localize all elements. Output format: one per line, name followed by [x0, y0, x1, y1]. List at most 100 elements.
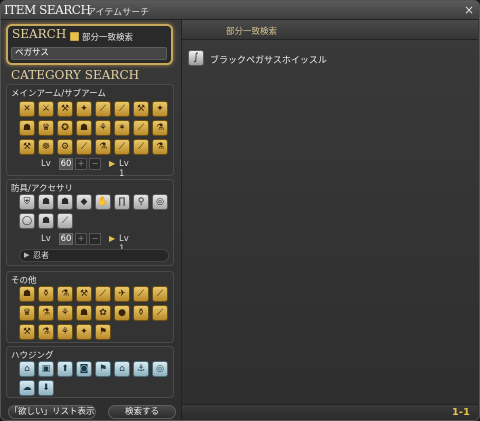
level-min-input[interactable]: 60: [59, 158, 73, 170]
category-icon[interactable]: ⚱: [38, 286, 54, 302]
category-icon[interactable]: ⚒: [19, 139, 35, 155]
results-header-label: 部分一致検索: [226, 27, 278, 37]
category-icon[interactable]: ⟋: [133, 120, 149, 136]
category-icon[interactable]: ⚑: [95, 361, 111, 377]
category-icon[interactable]: ⟋: [114, 139, 130, 155]
category-icon[interactable]: ⚓: [133, 361, 149, 377]
category-icon[interactable]: ⌂: [19, 361, 35, 377]
category-icon[interactable]: ⬆: [57, 361, 73, 377]
category-icon[interactable]: ⚲: [133, 194, 149, 210]
category-icon[interactable]: ✦: [76, 101, 92, 117]
category-icon[interactable]: ♛: [19, 305, 35, 321]
housing-icon-grid: ⌂ ▣ ⬆ ◙ ⚑ ⌂ ⚓ ◎ ☁ ⬇: [19, 361, 168, 396]
level-label: Lv: [41, 234, 51, 244]
play-arrow-icon: ▶: [109, 159, 116, 168]
category-icon[interactable]: ⚒: [57, 101, 73, 117]
level-plus-button[interactable]: +: [75, 233, 87, 245]
category-icon[interactable]: ●: [114, 305, 130, 321]
category-icon[interactable]: ▣: [38, 361, 54, 377]
play-arrow-icon: ▶: [109, 234, 116, 243]
category-icon[interactable]: ⚗: [95, 139, 111, 155]
category-icon[interactable]: ⚑: [95, 324, 111, 340]
category-panel-weapons: メインアーム/サブアーム ✕ ⚔ ⚒ ✦ ⟋ ⟋ ⚒ ✦ ☗ ♛ ✪ ☗ ⚘ ✶ ⟋ ⚗ ⚒ ☸ ⚙ ⟋ ⚗ ⟋ ⟋ ⚗ Lv…: [6, 84, 174, 179]
category-icon[interactable]: ⟋: [95, 286, 111, 302]
level-plus-button[interactable]: +: [75, 158, 87, 170]
results-footer: 1-1: [182, 404, 478, 420]
category-icon[interactable]: ☗: [38, 213, 54, 229]
category-icon[interactable]: ⚘: [57, 305, 73, 321]
level-min-input[interactable]: 60: [59, 233, 73, 245]
category-icon[interactable]: ✋: [95, 194, 111, 210]
category-icon[interactable]: ✪: [57, 120, 73, 136]
category-icon[interactable]: ⚘: [95, 120, 111, 136]
category-icon[interactable]: ◆: [76, 194, 92, 210]
category-icon[interactable]: ⟋: [133, 139, 149, 155]
category-icon[interactable]: ◯: [19, 213, 35, 229]
category-icon[interactable]: ⟋: [152, 286, 168, 302]
category-icon[interactable]: ⟋: [133, 286, 149, 302]
result-item[interactable]: ∫ ブラックペガサスホイッスル: [188, 50, 474, 66]
window-subtitle: アイテムサーチ: [87, 8, 150, 18]
category-icon[interactable]: ☗: [76, 120, 92, 136]
panel-label: その他: [11, 276, 37, 286]
category-icon[interactable]: ☸: [38, 139, 54, 155]
job-select-dropdown[interactable]: ▶ 忍者: [19, 249, 169, 262]
category-icon[interactable]: ⌂: [114, 361, 130, 377]
category-icon[interactable]: ⟋: [114, 101, 130, 117]
category-icon[interactable]: ⚗: [38, 305, 54, 321]
category-icon[interactable]: ◎: [152, 361, 168, 377]
partial-match-checkbox[interactable]: [70, 32, 79, 41]
category-icon[interactable]: ✕: [19, 101, 35, 117]
level-minus-button[interactable]: −: [89, 158, 101, 170]
category-icon[interactable]: ⟋: [57, 213, 73, 229]
category-icon[interactable]: ☗: [76, 305, 92, 321]
category-icon[interactable]: ✿: [95, 305, 111, 321]
category-icon[interactable]: ☗: [19, 286, 35, 302]
results-header: 部分一致検索: [182, 20, 478, 40]
page-count: 1-1: [451, 407, 470, 418]
category-icon[interactable]: ◙: [76, 361, 92, 377]
category-icon[interactable]: ✈: [114, 286, 130, 302]
category-icon[interactable]: ⚗: [57, 286, 73, 302]
category-icon[interactable]: ♛: [38, 120, 54, 136]
left-panel: SEARCH 部分一致検索 ペガサス CATEGORY SEARCH メインアー…: [4, 21, 176, 419]
category-panel-housing: ハウジング ⌂ ▣ ⬆ ◙ ⚑ ⌂ ⚓ ◎ ☁ ⬇: [6, 346, 174, 398]
title-bar[interactable]: ITEM SEARCH アイテムサーチ ×: [1, 1, 479, 20]
category-icon[interactable]: ⚙: [57, 139, 73, 155]
category-icon[interactable]: ⟋: [152, 305, 168, 321]
category-icon[interactable]: ✦: [152, 101, 168, 117]
level-label: Lv: [41, 159, 51, 169]
category-icon[interactable]: ⚒: [76, 286, 92, 302]
item-search-window: ITEM SEARCH アイテムサーチ × SEARCH 部分一致検索 ペガサス…: [0, 0, 480, 421]
category-icon[interactable]: ⚗: [152, 120, 168, 136]
armor-icon-grid: ⛨ ☗ ☗ ◆ ✋ ∏ ⚲ ◎ ◯ ☗ ⟋: [19, 194, 168, 229]
category-icon[interactable]: ⚒: [133, 101, 149, 117]
category-icon[interactable]: ⟋: [76, 139, 92, 155]
category-icon[interactable]: ☗: [19, 120, 35, 136]
category-icon[interactable]: ⚘: [57, 324, 73, 340]
category-icon[interactable]: ⚔: [38, 101, 54, 117]
category-icon[interactable]: ☗: [57, 194, 73, 210]
search-box: SEARCH 部分一致検索 ペガサス: [6, 24, 173, 65]
category-panel-armor: 防具/アクセサリ ⛨☗☗◆✋∏⚲◎◯☗⟋ Lv 60 + − ▶ Lv 1 ▶ …: [6, 179, 174, 266]
close-icon[interactable]: ×: [462, 3, 476, 17]
wishlist-button[interactable]: 「欲しい」リスト表示: [8, 405, 96, 419]
search-input[interactable]: ペガサス: [11, 47, 167, 60]
partial-match-label[interactable]: 部分一致検索: [82, 31, 133, 43]
category-icon[interactable]: ✶: [114, 120, 130, 136]
category-icon[interactable]: ⟋: [95, 101, 111, 117]
category-icon[interactable]: ⚗: [152, 139, 168, 155]
category-icon[interactable]: ⚗: [38, 324, 54, 340]
weapon-icon-grid: ✕ ⚔ ⚒ ✦ ⟋ ⟋ ⚒ ✦ ☗ ♛ ✪ ☗ ⚘ ✶ ⟋ ⚗ ⚒ ☸ ⚙ ⟋ ⚗ ⟋ ⟋ ⚗: [19, 101, 168, 155]
category-icon[interactable]: ⚱: [133, 305, 149, 321]
category-icon[interactable]: ◎: [152, 194, 168, 210]
category-icon[interactable]: ✦: [76, 324, 92, 340]
search-button[interactable]: 検索する: [108, 405, 176, 419]
category-icon[interactable]: ⬇: [38, 380, 54, 396]
category-icon[interactable]: ⚒: [19, 324, 35, 340]
category-icon[interactable]: ∏: [114, 194, 130, 210]
category-icon[interactable]: ⛨: [19, 194, 35, 210]
category-icon[interactable]: ☗: [38, 194, 54, 210]
level-minus-button[interactable]: −: [89, 233, 101, 245]
category-icon[interactable]: ☁: [19, 380, 35, 396]
